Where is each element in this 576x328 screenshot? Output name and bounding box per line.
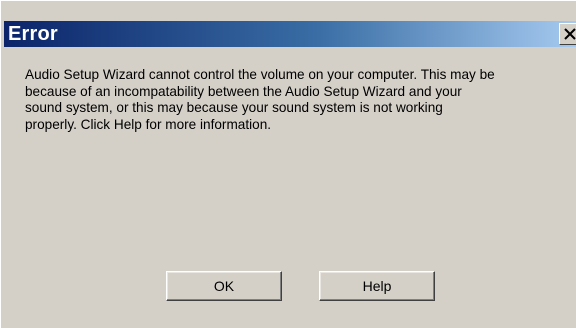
message-line: Audio Setup Wizard cannot control the vo… (25, 67, 495, 82)
message-line: because of an incompatability between th… (25, 83, 462, 99)
close-button[interactable] (559, 23, 576, 45)
error-dialog: Error Audio Setup Wizard cannot control … (0, 0, 576, 328)
dialog-title: Error (8, 23, 58, 45)
help-button[interactable]: Help (319, 271, 435, 301)
error-message: Audio Setup Wizard cannot control the vo… (25, 67, 571, 133)
close-icon (564, 28, 576, 40)
ok-button[interactable]: OK (166, 271, 282, 301)
message-line: sound system, or this may because your s… (25, 100, 443, 115)
message-line: properly. Click Help for more informatio… (25, 116, 272, 132)
title-bar[interactable]: Error (4, 21, 576, 47)
